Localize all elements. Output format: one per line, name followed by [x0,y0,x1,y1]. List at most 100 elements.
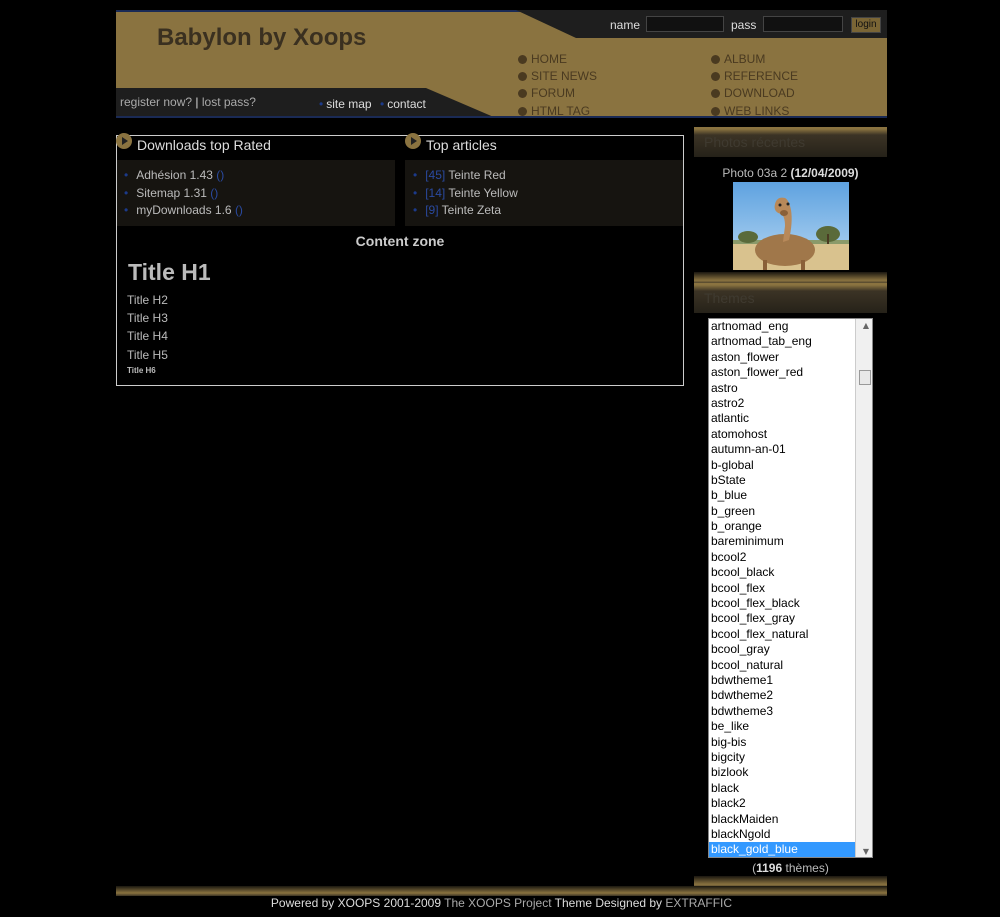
theme-option[interactable]: big-bis [709,735,872,750]
password-input[interactable] [763,16,843,32]
camel-photo[interactable] [733,182,849,270]
nav-label: FORUM [531,86,575,100]
theme-option[interactable]: black_gold_blue [709,842,872,857]
contact-link[interactable]: • contact [380,97,426,111]
theme-option[interactable]: aston_flower_red [709,365,872,380]
theme-option[interactable]: bigcity [709,750,872,765]
nav-label: REFERENCE [724,69,799,83]
item-count: () [210,186,219,200]
powered-by-text: Powered by XOOPS 2001-2009 [270,896,442,910]
bullet-icon: • [319,97,324,111]
nav-download[interactable]: DOWNLOAD [711,86,795,100]
theme-option[interactable]: b_green [709,504,872,519]
nav-album[interactable]: ALBUM [711,52,765,66]
themes-scrollbar[interactable]: ▲ ▼ [855,319,872,857]
site-title[interactable]: Babylon by Xoops [157,24,366,52]
nav-html-tag[interactable]: HTML TAG [518,104,590,118]
play-arrow-icon [405,133,421,149]
bullet-icon: • [413,186,418,200]
theme-option[interactable]: aston_flower [709,350,872,365]
theme-option[interactable]: b-global [709,458,872,473]
nav-label: SITE NEWS [531,69,598,83]
title-h4: Title H4 [127,329,168,343]
themes-options: artnomad_eng artnomad_tab_eng aston_flower… [709,319,872,857]
theme-option[interactable]: bdwtheme2 [709,688,872,703]
scroll-thumb[interactable] [859,370,871,385]
item-count: () [234,203,243,217]
themes-select[interactable]: artnomad_eng artnomad_tab_eng aston_flower… [708,318,873,858]
theme-option[interactable]: bizlook [709,765,872,780]
nav-reference[interactable]: REFERENCE [711,69,798,83]
list-item[interactable]: • myDownloads 1.6 () [124,203,243,217]
center-panel: Downloads top Rated • Adhésion 1.43 () • S… [116,133,684,386]
bullet-icon [518,107,527,116]
link-separator: | [195,95,199,109]
nav-home[interactable]: HOME [518,52,567,66]
designer-link[interactable]: EXTRAFFIC [665,896,732,910]
nav-site-news[interactable]: SITE NEWS [518,69,597,83]
theme-option[interactable]: bcool_flex_gray [709,611,872,626]
theme-option[interactable]: blackMaiden [709,812,872,827]
theme-option[interactable]: blackNgold [709,827,872,842]
list-item[interactable]: • [9] Teinte Zeta [413,203,501,217]
theme-option[interactable]: be_like [709,719,872,734]
nav-label: HOME [531,52,567,66]
theme-option[interactable]: bcool_flex_natural [709,627,872,642]
theme-option[interactable]: bcool_black [709,565,872,580]
theme-option[interactable]: autumn-an-01 [709,442,872,457]
bullet-icon: • [124,168,129,182]
site-map-link[interactable]: • site map [319,97,372,111]
item-name: Teinte Yellow [448,186,518,200]
theme-option[interactable]: bcool_natural [709,658,872,673]
theme-option[interactable]: bcool_flex [709,581,872,596]
xoops-project-link[interactable]: The XOOPS Project [444,896,551,910]
theme-option[interactable]: artnomad_tab_eng [709,334,872,349]
list-item[interactable]: • [14] Teinte Yellow [413,186,518,200]
title-h2: Title H2 [127,293,168,307]
login-button[interactable]: login [851,17,881,33]
lost-pass-link[interactable]: lost pass? [202,95,256,109]
bullet-icon [711,89,720,98]
theme-option[interactable]: bcool2 [709,550,872,565]
designed-by-text: Theme Designed by [554,896,663,910]
play-arrow-icon [116,133,132,149]
theme-option[interactable]: bdwtheme3 [709,704,872,719]
photo-date: (12/04/2009) [790,166,859,180]
theme-option[interactable]: black2 [709,796,872,811]
theme-option[interactable]: bcool_gray [709,642,872,657]
contact-label: contact [387,97,426,111]
theme-option[interactable]: bState [709,473,872,488]
scroll-up-icon[interactable]: ▲ [863,321,869,330]
item-count: [45] [425,168,446,182]
theme-option[interactable]: atlantic [709,411,872,426]
bullet-icon: • [380,97,385,111]
bullet-icon: • [413,168,418,182]
theme-option[interactable]: artnomad_eng [709,319,872,334]
themes-block-title: Themes [704,290,755,306]
register-link[interactable]: register now? [120,95,192,109]
theme-option[interactable]: bareminimum [709,534,872,549]
site-map-label: site map [326,97,372,111]
nav-forum[interactable]: FORUM [518,86,575,100]
theme-option[interactable]: bdwtheme1 [709,673,872,688]
photo-caption[interactable]: Photo 03a 2 (12/04/2009) [694,166,887,180]
pass-label: pass [731,18,757,32]
site-footer: Powered by XOOPS 2001-2009 The XOOPS Pro… [116,896,887,910]
theme-option[interactable]: b_blue [709,488,872,503]
nav-web-links[interactable]: WEB LINKS [711,104,789,118]
theme-option[interactable]: atomohost [709,427,872,442]
theme-option[interactable]: bcool_flex_black [709,596,872,611]
content-zone-heading: Content zone [355,233,445,249]
theme-option[interactable]: astro [709,381,872,396]
name-input[interactable] [646,16,724,32]
bullet-icon [711,107,720,116]
bullet-icon: • [124,203,129,217]
list-item[interactable]: • Adhésion 1.43 () [124,168,224,182]
bullet-icon: • [413,203,418,217]
scroll-down-icon[interactable]: ▼ [863,847,869,856]
list-item[interactable]: • [45] Teinte Red [413,168,506,182]
theme-option[interactable]: black [709,781,872,796]
theme-option[interactable]: b_orange [709,519,872,534]
list-item[interactable]: • Sitemap 1.31 () [124,186,218,200]
theme-option[interactable]: astro2 [709,396,872,411]
